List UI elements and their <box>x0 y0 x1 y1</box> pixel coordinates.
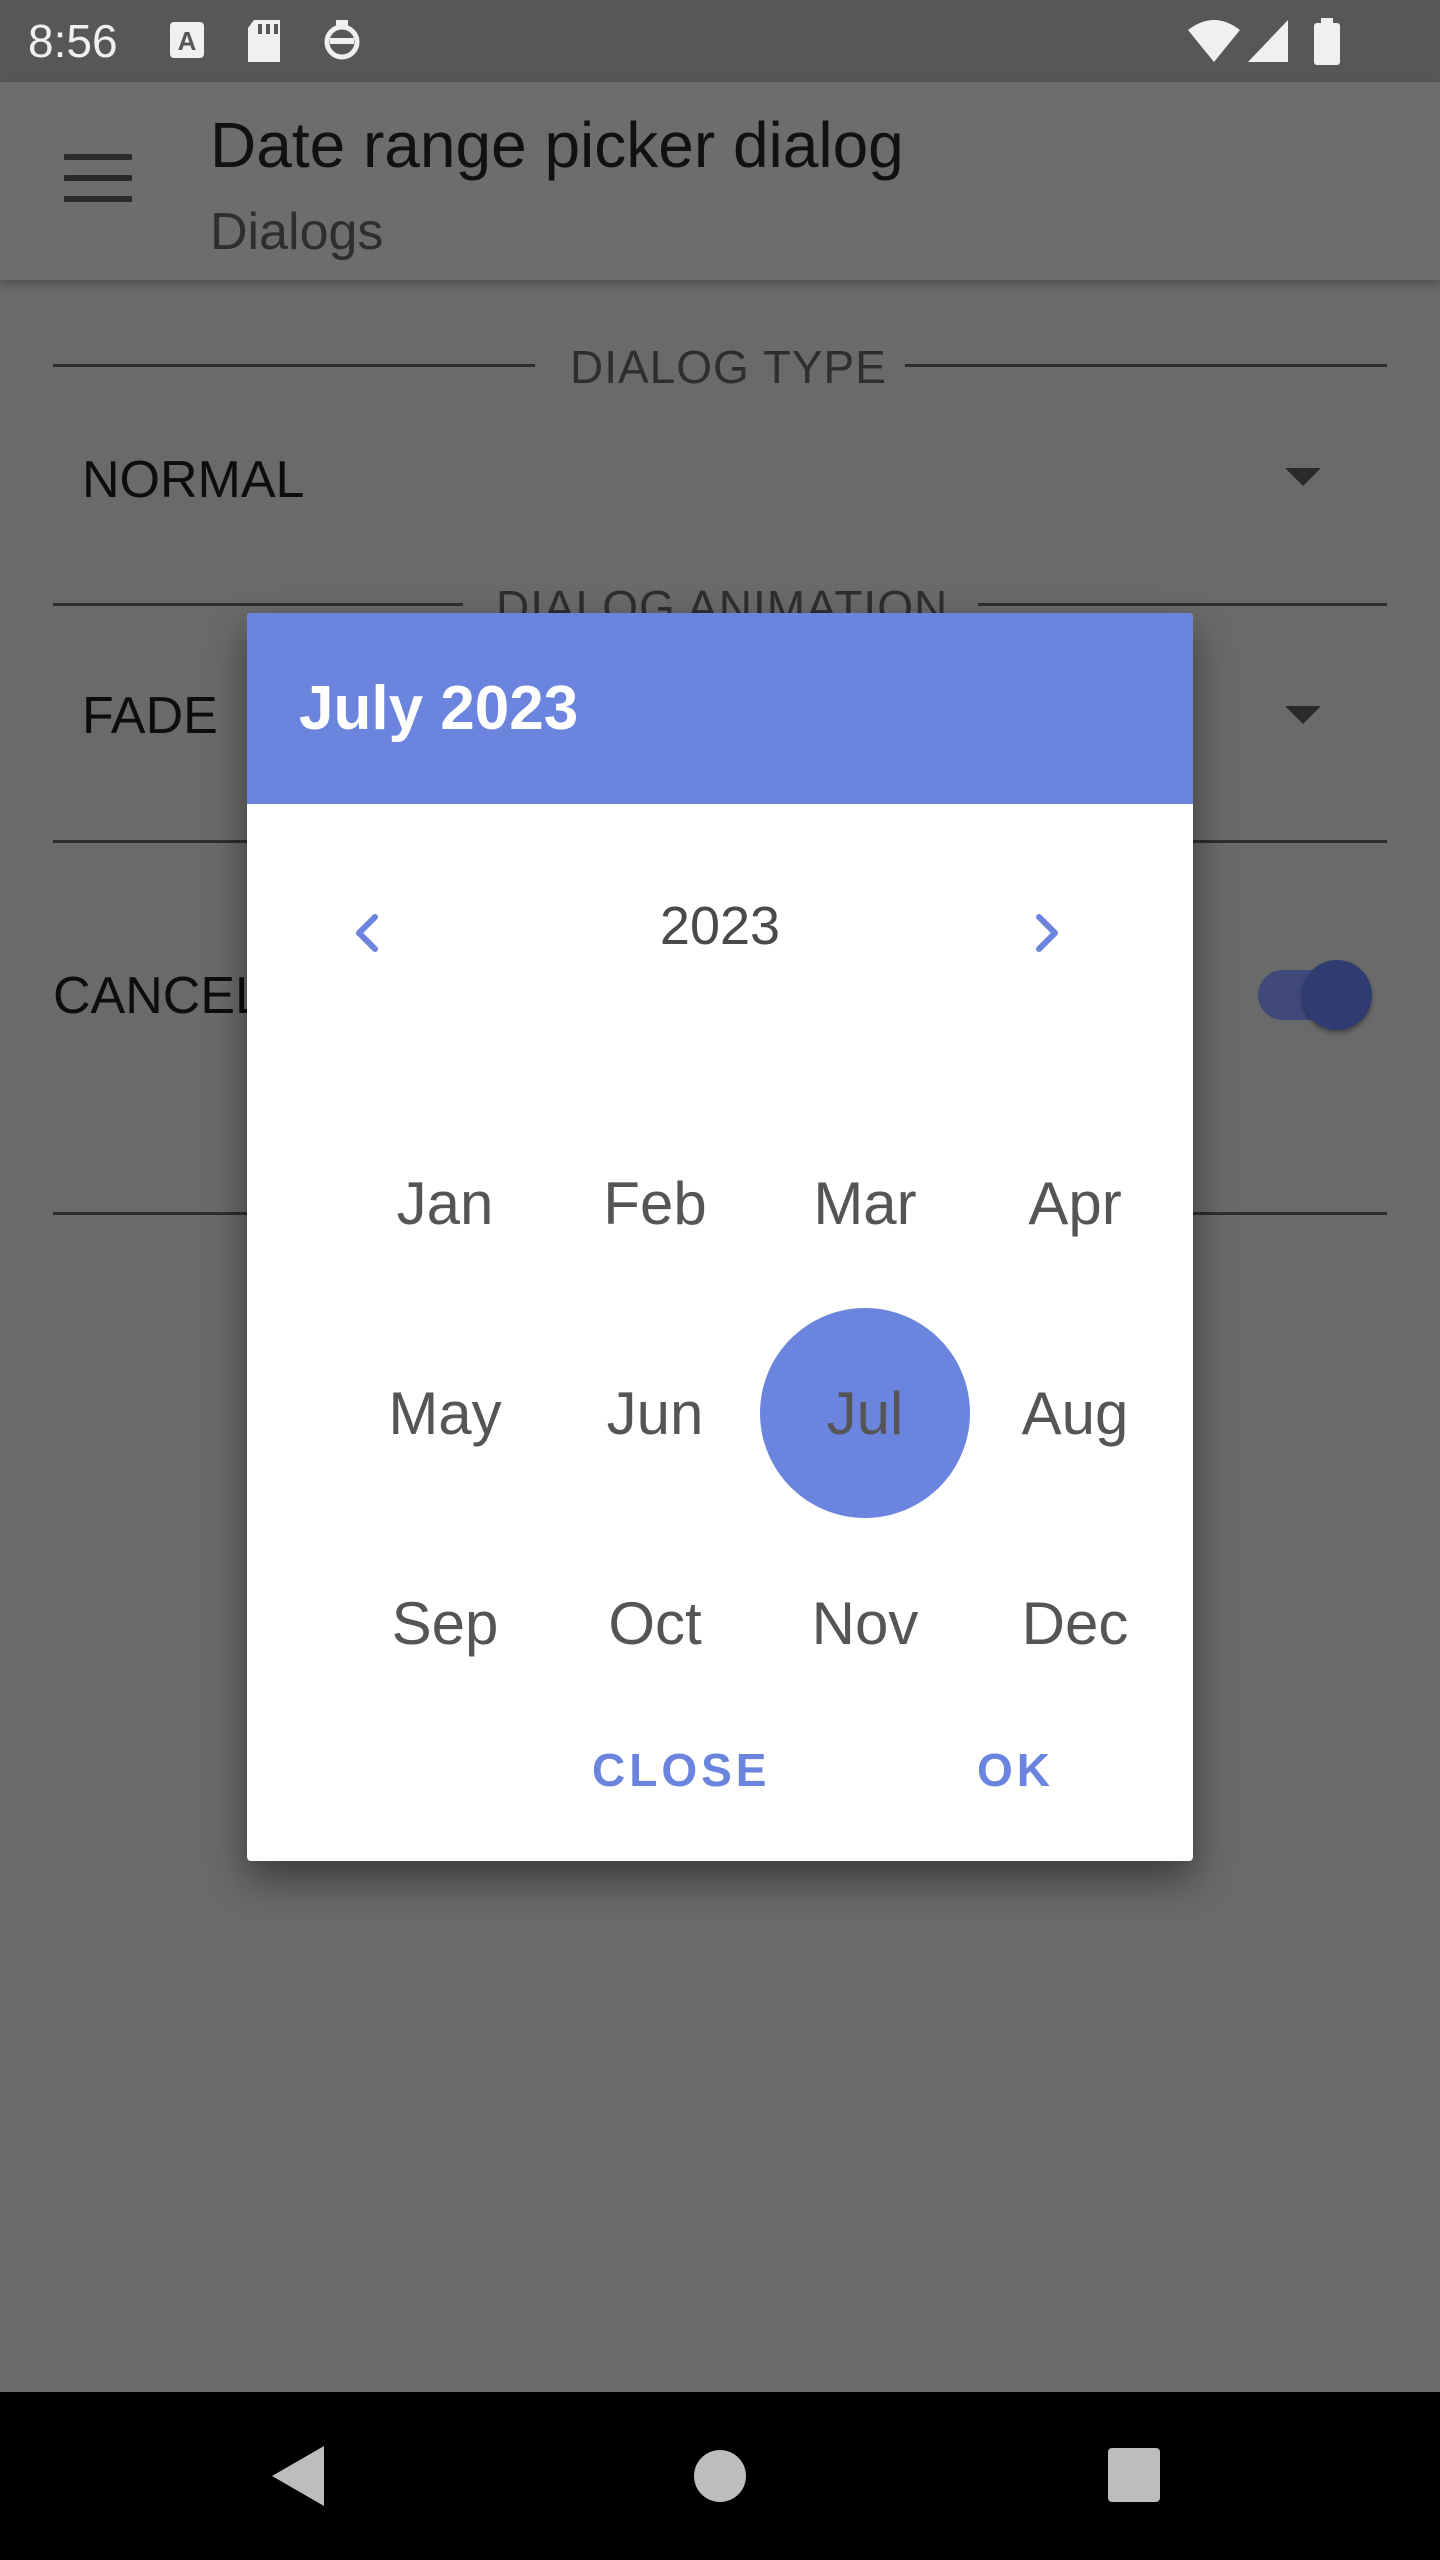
cancel-toggle[interactable] <box>1302 960 1372 1030</box>
month-jul-selected[interactable]: Jul <box>760 1308 970 1518</box>
wifi-icon <box>1188 20 1240 62</box>
month-jan[interactable]: Jan <box>340 1098 550 1308</box>
menu-icon[interactable] <box>64 154 132 210</box>
battery-icon <box>1314 18 1340 65</box>
svg-text:A: A <box>178 26 197 56</box>
divider <box>53 603 463 606</box>
divider <box>978 603 1387 606</box>
launcher-icon <box>324 20 360 60</box>
chevron-down-icon[interactable] <box>1285 468 1321 486</box>
page-title: Date range picker dialog <box>210 109 904 181</box>
sd-card-icon <box>248 20 280 62</box>
ok-button[interactable]: OK <box>977 1743 1054 1797</box>
dialog-animation-select[interactable]: FADE <box>82 686 218 746</box>
page-subtitle: Dialogs <box>210 203 384 261</box>
recent-apps-icon[interactable] <box>1108 2448 1160 2502</box>
month-jun[interactable]: Jun <box>550 1308 760 1518</box>
month-feb[interactable]: Feb <box>550 1098 760 1308</box>
keyboard-a-icon: A <box>170 22 204 58</box>
month-apr[interactable]: Apr <box>970 1098 1180 1308</box>
status-time: 8:56 <box>28 15 118 67</box>
dialog-title: July 2023 <box>299 674 579 743</box>
month-dec[interactable]: Dec <box>970 1518 1180 1728</box>
dialog-type-select[interactable]: NORMAL <box>82 450 304 510</box>
cancel-label: CANCEL <box>53 967 264 1025</box>
month-picker-dialog: July 2023 2023 Jan Feb Mar Apr May Jun J… <box>247 613 1193 1861</box>
close-button[interactable]: CLOSE <box>592 1743 770 1797</box>
app-bar: Date range picker dialog Dialogs <box>0 82 1440 280</box>
month-mar[interactable]: Mar <box>760 1098 970 1308</box>
status-bar: 8:56 A <box>0 0 1440 82</box>
chevron-down-icon[interactable] <box>1285 706 1321 724</box>
dialog-type-label: DIALOG TYPE <box>570 341 887 393</box>
month-may[interactable]: May <box>340 1308 550 1518</box>
home-icon[interactable] <box>694 2450 746 2502</box>
month-oct[interactable]: Oct <box>550 1518 760 1728</box>
month-sep[interactable]: Sep <box>340 1518 550 1728</box>
chevron-right-icon[interactable] <box>1017 903 1077 963</box>
signal-icon <box>1248 20 1288 62</box>
month-aug[interactable]: Aug <box>970 1308 1180 1518</box>
divider <box>905 364 1387 367</box>
month-nov[interactable]: Nov <box>760 1518 970 1728</box>
back-icon[interactable] <box>272 2446 324 2506</box>
divider <box>53 364 535 367</box>
dialog-header: July 2023 <box>247 613 1193 804</box>
